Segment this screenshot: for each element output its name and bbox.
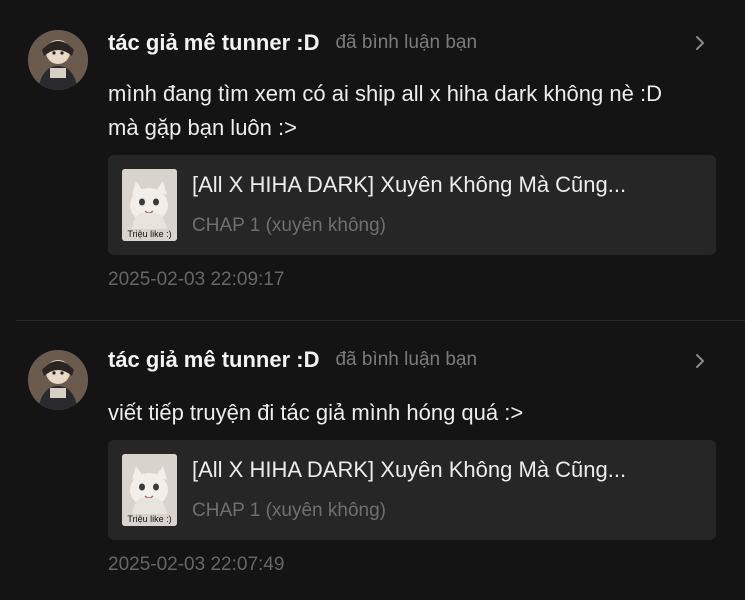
action-text: đã bình luận bạn	[335, 32, 478, 53]
notification-header: tác giả mê tunner :D đã bình luận bạn	[108, 28, 705, 58]
notification-item[interactable]: tác giả mê tunner :D đã bình luận bạn mì…	[0, 0, 745, 320]
divider	[16, 320, 745, 321]
story-title: [All X HIHA DARK] Xuyên Không Mà Cũng...	[192, 172, 627, 197]
chapter-label: CHAP 1 (xuyên không)	[192, 215, 386, 236]
username[interactable]: tác giả mê tunner :D	[108, 347, 319, 373]
timestamp: 2025-02-03 22:07:49	[108, 554, 285, 575]
chevron-right-icon[interactable]	[691, 34, 709, 52]
notification-feed: tác giả mê tunner :D đã bình luận bạn mì…	[0, 0, 745, 600]
story-cover-thumbnail: Triệu like :)	[122, 454, 177, 526]
cover-caption: Triệu like :)	[127, 229, 172, 239]
chapter-label: CHAP 1 (xuyên không)	[192, 500, 386, 521]
story-card[interactable]: Triệu like :) [All X HIHA DARK] Xuyên Kh…	[108, 440, 716, 540]
user-avatar[interactable]	[28, 350, 88, 410]
cover-caption: Triệu like :)	[127, 514, 172, 524]
story-title: [All X HIHA DARK] Xuyên Không Mà Cũng...	[192, 457, 627, 482]
username[interactable]: tác giả mê tunner :D	[108, 30, 319, 56]
action-text: đã bình luận bạn	[335, 349, 478, 370]
comment-text: mình đang tìm xem có ai ship all x hiha …	[108, 81, 662, 140]
story-cover-thumbnail: Triệu like :)	[122, 169, 177, 241]
comment-text: viết tiếp truyện đi tác giả mình hóng qu…	[108, 400, 524, 425]
timestamp: 2025-02-03 22:09:17	[108, 269, 285, 290]
user-avatar[interactable]	[28, 30, 88, 90]
notification-header: tác giả mê tunner :D đã bình luận bạn	[108, 345, 705, 375]
story-card[interactable]: Triệu like :) [All X HIHA DARK] Xuyên Kh…	[108, 155, 716, 255]
chevron-right-icon[interactable]	[691, 352, 709, 370]
notification-item[interactable]: tác giả mê tunner :D đã bình luận bạn vi…	[0, 322, 745, 600]
